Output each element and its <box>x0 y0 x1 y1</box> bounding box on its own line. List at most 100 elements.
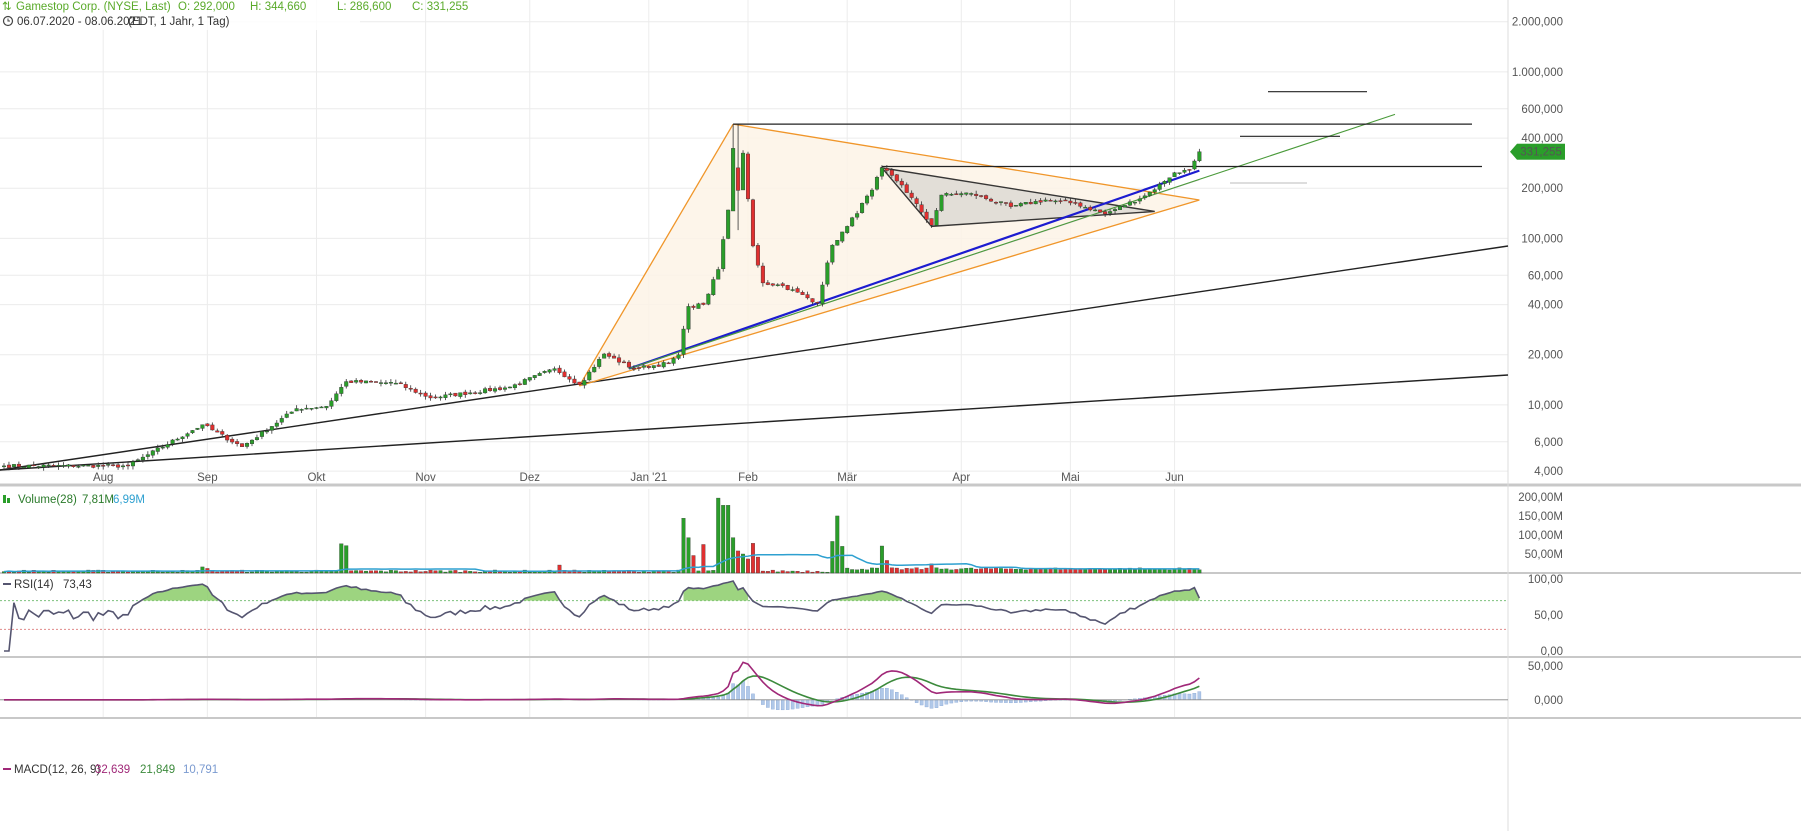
candle-body <box>374 381 379 383</box>
candle-body <box>21 466 26 469</box>
volume-bar <box>964 568 969 574</box>
candle-body <box>651 365 656 369</box>
volume-bar <box>552 571 557 574</box>
candle <box>349 380 354 383</box>
volume-bar <box>795 571 800 574</box>
candle <box>264 428 269 435</box>
candle <box>175 437 180 441</box>
candle-body <box>795 288 800 293</box>
volume-bar <box>671 572 676 574</box>
candle-body <box>86 464 91 467</box>
candle-body <box>240 443 245 447</box>
candle <box>200 424 205 431</box>
candle <box>845 225 850 235</box>
candle-body <box>140 456 145 461</box>
volume-bar <box>825 571 830 574</box>
candle <box>498 385 503 391</box>
candle <box>364 380 369 384</box>
candle-body <box>636 367 641 369</box>
volume-bar <box>245 572 249 574</box>
x-axis-label: Okt <box>308 472 327 484</box>
candle <box>249 439 254 447</box>
candle-body <box>344 381 349 387</box>
candle-body <box>587 371 592 381</box>
macd-histogram-bar <box>751 693 755 700</box>
candle-body <box>874 176 879 190</box>
volume-bar <box>393 570 398 574</box>
volume-bar <box>775 571 780 574</box>
candle <box>413 387 418 394</box>
candle <box>453 392 458 397</box>
candle-body <box>289 411 294 414</box>
candle-body <box>631 367 636 370</box>
candle <box>393 379 398 385</box>
candle-body <box>949 194 954 196</box>
volume-bar <box>780 570 785 574</box>
candle-body <box>517 383 522 385</box>
candle-body <box>656 364 661 367</box>
candle-body <box>41 464 46 468</box>
x-axis-label: Dez <box>520 472 541 484</box>
candle-body <box>185 433 190 437</box>
volume-bar <box>959 568 964 574</box>
volume-bar <box>577 571 582 574</box>
volume-bar <box>656 571 661 574</box>
candle <box>145 451 150 460</box>
candle <box>125 461 130 470</box>
candle <box>527 377 532 382</box>
candle-body <box>1013 205 1018 207</box>
volume-bar <box>949 569 954 574</box>
candle-body <box>1083 206 1088 209</box>
candle <box>279 415 284 425</box>
candle-body <box>919 204 924 213</box>
candle <box>423 391 428 400</box>
candle <box>532 375 537 381</box>
volume-bar <box>865 569 869 574</box>
candle-body <box>1053 200 1058 203</box>
candle <box>850 216 855 227</box>
candle <box>721 236 726 272</box>
x-axis-label: Nov <box>415 472 436 484</box>
candle-body <box>16 463 21 467</box>
candle-body <box>51 464 56 467</box>
candle-body <box>964 192 969 195</box>
x-axis-label: Mär <box>837 472 857 484</box>
candle-body <box>1008 202 1013 207</box>
volume-bar <box>989 568 993 574</box>
candle-body <box>269 426 274 431</box>
candle-body <box>815 301 820 304</box>
volume-bar <box>1048 568 1053 574</box>
volume-bar <box>1028 568 1033 574</box>
candle-body <box>934 210 939 226</box>
candle <box>294 405 299 412</box>
price-axis-label: 20,000 <box>1528 350 1563 362</box>
macd-histogram-bar <box>919 699 924 706</box>
candle-body <box>319 406 324 409</box>
volume-bar <box>979 568 984 574</box>
macd-histogram-bar <box>741 681 745 700</box>
candle-body <box>423 392 428 397</box>
candle-body <box>800 292 805 295</box>
volume-bar <box>1058 569 1063 574</box>
candle-body <box>944 193 949 196</box>
volume-bar <box>785 571 790 574</box>
candle-body <box>527 377 532 381</box>
stock-chart[interactable]: 2.000,000 1.000,000 600,000 400,000 200,000 1… <box>0 0 1801 831</box>
volume-bar <box>706 570 711 574</box>
volume-bar <box>403 571 408 574</box>
candle-body <box>101 465 106 467</box>
candle-body <box>1038 200 1043 203</box>
ohlc-open: O: 292,000 <box>178 1 235 13</box>
macd-histogram-bar <box>885 688 889 700</box>
candle-body <box>1003 202 1008 204</box>
candle <box>542 370 547 374</box>
candle <box>31 461 36 467</box>
volume-average-line <box>3 553 1200 573</box>
candle-body <box>602 353 607 359</box>
candle-body <box>364 380 369 384</box>
macd-signal-value: 21,849 <box>140 764 175 776</box>
candle-body <box>512 384 517 389</box>
macd-histogram-bar <box>895 691 899 700</box>
candle <box>254 434 259 441</box>
volume-bar <box>646 571 651 574</box>
